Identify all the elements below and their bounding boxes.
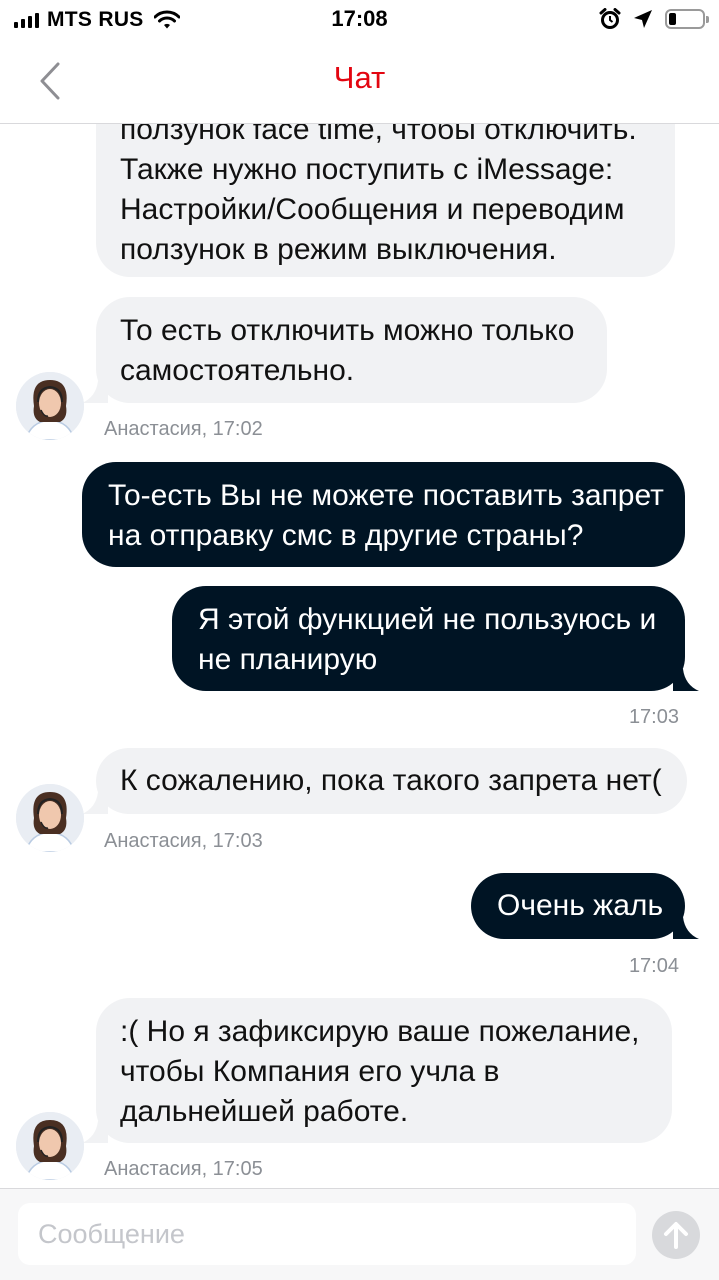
bubble-tail bbox=[82, 792, 108, 814]
arrow-up-icon bbox=[664, 1222, 688, 1249]
bubble-tail bbox=[82, 1121, 108, 1143]
operator-photo bbox=[16, 1112, 84, 1180]
send-button[interactable] bbox=[652, 1211, 700, 1259]
message-meta: 17:04 bbox=[628, 955, 679, 977]
message-input[interactable] bbox=[18, 1203, 636, 1265]
message-line: Также нужно поступить с iMessage: bbox=[120, 153, 614, 186]
operator-photo bbox=[16, 372, 84, 440]
incoming-message: ползунок face time, чтобы отключить. Так… bbox=[96, 124, 675, 277]
incoming-message: То есть отключить можно только самостоят… bbox=[82, 297, 607, 403]
page-title: Чат bbox=[333, 60, 386, 95]
message-line: чтобы Компания его учла в bbox=[120, 1055, 500, 1088]
bubble-tail bbox=[673, 669, 699, 691]
incoming-message: К сожалению, пока такого запрета нет( bbox=[82, 748, 687, 814]
outgoing-message: То-есть Вы не можете поставить запрет на… bbox=[82, 462, 685, 567]
message-line: ползунок в режим выключения. bbox=[120, 233, 557, 266]
message-line: дальнейшей работе. bbox=[120, 1095, 409, 1128]
message-line: ползунок face time, чтобы отключить. bbox=[120, 124, 637, 146]
alarm-icon bbox=[599, 8, 621, 29]
status-right bbox=[599, 6, 709, 32]
message-line: на отправку смс в другие страны? bbox=[108, 519, 584, 552]
bubble-tail bbox=[82, 381, 108, 403]
message-meta: Анастасия, 17:03 bbox=[104, 830, 263, 852]
avatar bbox=[16, 784, 84, 852]
battery-icon bbox=[665, 9, 709, 29]
message-meta: 17:03 bbox=[628, 706, 679, 728]
message-line: самостоятельно. bbox=[120, 354, 355, 387]
message-composer bbox=[0, 1188, 719, 1280]
message-line: Очень жаль bbox=[497, 889, 664, 922]
message-line: не планирую bbox=[198, 643, 378, 676]
message-line: То-есть Вы не можете поставить запрет bbox=[108, 479, 664, 512]
message-line: Настройки/Сообщения и переводим bbox=[120, 193, 625, 226]
message-meta: Анастасия, 17:05 bbox=[104, 1158, 263, 1180]
bubble-tail bbox=[673, 917, 699, 939]
message-meta: Анастасия, 17:02 bbox=[104, 418, 263, 440]
message-line: Я этой функцией не пользуюсь и bbox=[198, 603, 657, 636]
message-line: :( Но я зафиксирую ваше пожелание, bbox=[120, 1015, 640, 1048]
chat-history[interactable]: ползунок face time, чтобы отключить. Так… bbox=[0, 124, 719, 1188]
navigation-bar: Чат bbox=[0, 40, 719, 124]
location-icon bbox=[634, 10, 652, 28]
avatar bbox=[16, 1112, 84, 1180]
status-bar: MTS RUS 17:08 bbox=[0, 0, 719, 40]
outgoing-message: Я этой функцией не пользуюсь и не планир… bbox=[172, 586, 699, 691]
message-line: К сожалению, пока такого запрета нет( bbox=[120, 764, 662, 797]
incoming-message: :( Но я зафиксирую ваше пожелание, чтобы… bbox=[82, 998, 672, 1143]
avatar bbox=[16, 372, 84, 440]
operator-photo bbox=[16, 784, 84, 852]
outgoing-message: Очень жаль bbox=[471, 873, 699, 939]
message-line: То есть отключить можно только bbox=[120, 314, 575, 347]
